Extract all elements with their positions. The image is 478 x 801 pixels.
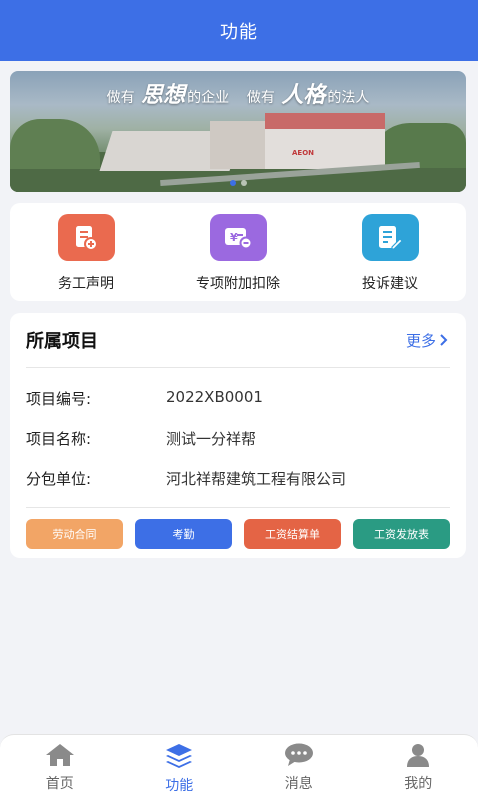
tab-messages[interactable]: 消息 bbox=[239, 735, 359, 801]
tab-home[interactable]: 首页 bbox=[0, 735, 120, 801]
tab-label: 消息 bbox=[284, 776, 313, 792]
field-key: 分包单位: bbox=[26, 470, 92, 488]
project-action-buttons: 劳动合同 考勤 工资结算单 工资发放表 bbox=[26, 519, 450, 549]
bottom-tab-bar: 首页 功能 消息 我的 bbox=[0, 734, 478, 801]
yuan-card-icon: ¥ bbox=[209, 214, 267, 261]
salary-settlement-button[interactable]: 工资结算单 bbox=[244, 519, 341, 549]
divider bbox=[26, 507, 450, 508]
project-field-subcontractor: 分包单位: 河北祥帮建筑工程有限公司 bbox=[26, 468, 346, 489]
project-card: 所属项目 更多 项目编号: 2022XB0001 项目名称: 测试一分祥帮 分包… bbox=[10, 313, 466, 558]
project-card-title: 所属项目 bbox=[26, 331, 98, 352]
field-value: 河北祥帮建筑工程有限公司 bbox=[166, 470, 347, 488]
project-card-header: 所属项目 更多 bbox=[26, 313, 450, 368]
top-bar: 功能 bbox=[0, 0, 478, 61]
function-label: 投诉建议 bbox=[362, 276, 418, 292]
carousel-indicator bbox=[10, 180, 466, 186]
function-label: 务工声明 bbox=[58, 276, 114, 292]
tab-label: 功能 bbox=[165, 778, 194, 794]
more-link[interactable]: 更多 bbox=[406, 330, 450, 351]
document-icon bbox=[57, 214, 115, 261]
home-icon bbox=[45, 744, 74, 766]
tab-mine[interactable]: 我的 bbox=[359, 735, 478, 801]
project-field-name: 项目名称: 测试一分祥帮 bbox=[26, 428, 256, 449]
banner-carousel[interactable]: AEON 做有 思想 的企业 做有 人格 的法人 bbox=[10, 71, 466, 192]
chevron-right-icon bbox=[440, 334, 448, 346]
user-icon bbox=[407, 744, 430, 767]
tab-label: 首页 bbox=[45, 776, 74, 792]
carousel-dot[interactable] bbox=[229, 180, 236, 186]
tab-functions[interactable]: 功能 bbox=[120, 735, 240, 801]
banner-building-roof bbox=[265, 113, 385, 129]
page-title: 功能 bbox=[220, 21, 258, 43]
field-key: 项目名称: bbox=[26, 430, 92, 448]
function-item-labor-statement[interactable]: 务工声明 bbox=[10, 203, 162, 301]
banner-sign: AEON bbox=[292, 149, 315, 157]
function-label: 专项附加扣除 bbox=[196, 276, 280, 292]
field-value: 2022XB0001 bbox=[166, 388, 263, 406]
chat-icon bbox=[284, 743, 313, 766]
field-key: 项目编号: bbox=[26, 390, 92, 408]
svg-text:¥: ¥ bbox=[230, 231, 238, 244]
tab-label: 我的 bbox=[404, 776, 433, 792]
attendance-button[interactable]: 考勤 bbox=[135, 519, 232, 549]
salary-payment-button[interactable]: 工资发放表 bbox=[353, 519, 450, 549]
function-item-complaint[interactable]: 投诉建议 bbox=[314, 203, 466, 301]
field-value: 测试一分祥帮 bbox=[166, 430, 257, 448]
function-grid: 务工声明 ¥ 专项附加扣除 投诉建议 bbox=[10, 203, 466, 301]
banner-slogan: 做有 思想 的企业 做有 人格 的法人 bbox=[106, 82, 370, 108]
labor-contract-button[interactable]: 劳动合同 bbox=[26, 519, 123, 549]
banner-building bbox=[265, 129, 385, 169]
banner-trees bbox=[10, 119, 100, 169]
carousel-dot[interactable] bbox=[240, 180, 247, 186]
function-item-special-deduction[interactable]: ¥ 专项附加扣除 bbox=[162, 203, 314, 301]
more-label: 更多 bbox=[405, 331, 436, 350]
layers-icon bbox=[166, 744, 193, 768]
edit-document-icon bbox=[361, 214, 419, 261]
project-field-number: 项目编号: 2022XB0001 bbox=[26, 388, 263, 409]
